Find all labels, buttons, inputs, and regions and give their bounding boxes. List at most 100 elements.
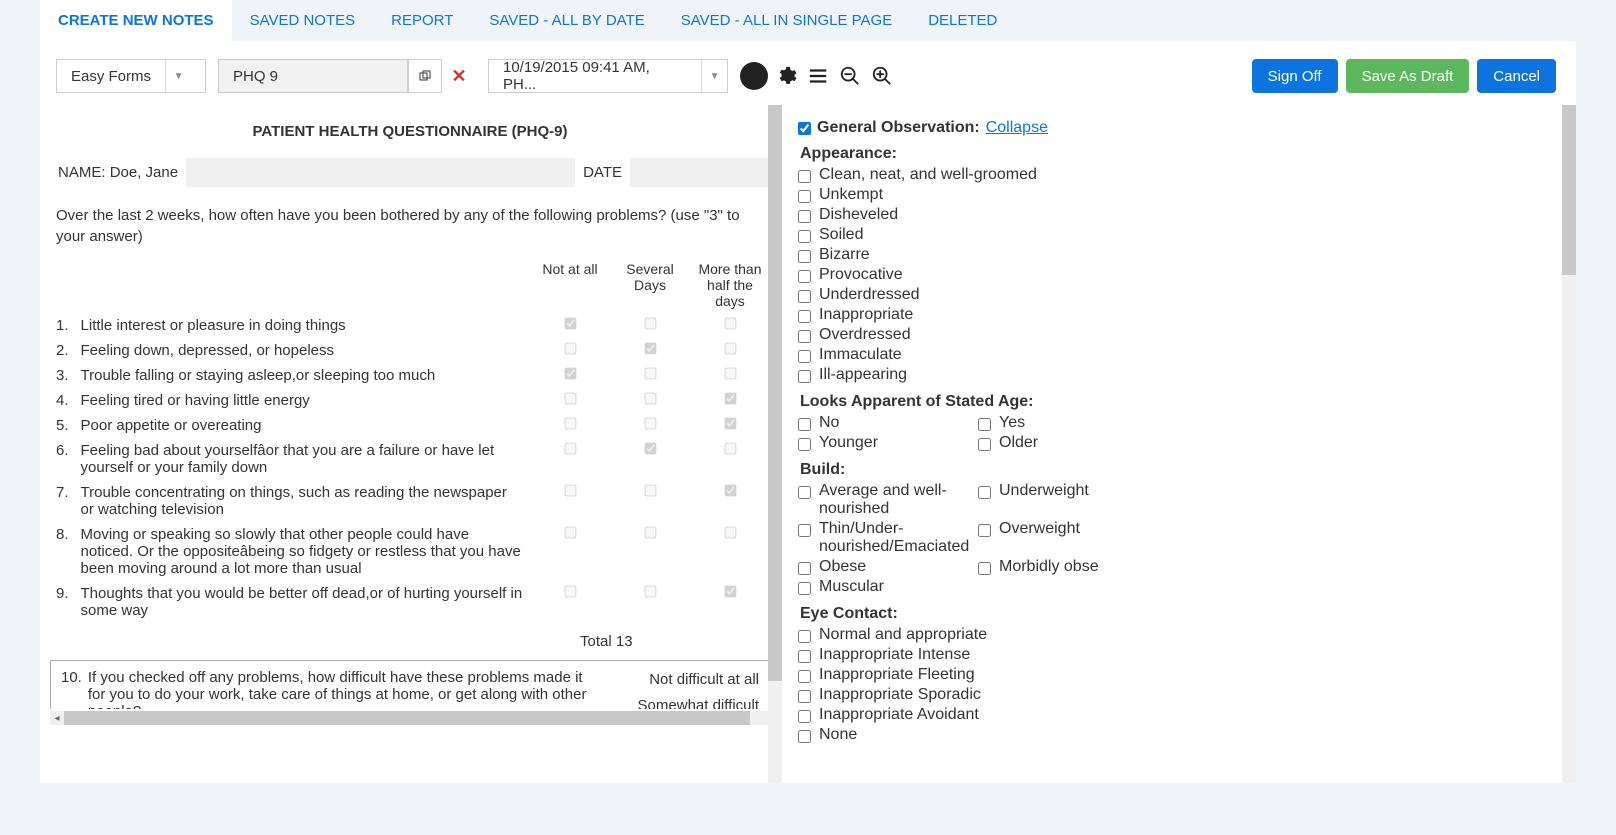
phq-checkbox[interactable] — [644, 368, 656, 380]
collapse-link[interactable]: Collapse — [986, 119, 1048, 137]
q10-text: If you checked off any problems, how dif… — [88, 669, 599, 709]
row-text: Feeling tired or having little energy — [75, 388, 530, 413]
option-checkbox[interactable] — [978, 486, 991, 499]
option-checkbox[interactable] — [798, 630, 811, 643]
phq-checkbox[interactable] — [724, 586, 736, 598]
phq-checkbox[interactable] — [564, 485, 576, 497]
option-checkbox[interactable] — [978, 524, 991, 537]
tab-3[interactable]: SAVED - ALL BY DATE — [471, 0, 662, 41]
phq-checkbox[interactable] — [564, 527, 576, 539]
phq-col-header: Not at all — [530, 257, 610, 313]
zoom-out-button[interactable] — [836, 62, 864, 90]
tab-5[interactable]: DELETED — [910, 0, 1015, 41]
q10-option[interactable]: Somewhat difficult — [619, 693, 759, 710]
phq-checkbox[interactable] — [564, 343, 576, 355]
phq-checkbox[interactable] — [564, 418, 576, 430]
tab-0[interactable]: CREATE NEW NOTES — [40, 0, 232, 41]
option-checkbox[interactable] — [798, 486, 811, 499]
option-checkbox[interactable] — [978, 418, 991, 431]
phq-checkbox[interactable] — [724, 393, 736, 405]
phq-row: 6.Feeling bad about yourselfâor that you… — [50, 438, 770, 480]
phq-checkbox[interactable] — [564, 368, 576, 380]
option-checkbox[interactable] — [798, 730, 811, 743]
row-text: Moving or speaking so slowly that other … — [75, 522, 530, 581]
tab-2[interactable]: REPORT — [373, 0, 471, 41]
menu-button[interactable] — [804, 62, 832, 90]
option-checkbox[interactable] — [798, 582, 811, 595]
list-item: Normal and appropriate — [798, 625, 1566, 645]
phq-checkbox[interactable] — [644, 318, 656, 330]
option-checkbox[interactable] — [798, 370, 811, 383]
option-checkbox[interactable] — [978, 438, 991, 451]
phq-checkbox[interactable] — [564, 393, 576, 405]
sign-off-button[interactable]: Sign Off — [1252, 59, 1338, 93]
phq-select[interactable]: PHQ 9 — [218, 59, 408, 93]
vertical-scrollbar-left[interactable] — [768, 105, 782, 783]
option-checkbox[interactable] — [798, 710, 811, 723]
list-item: Inappropriate Fleeting — [798, 665, 1566, 685]
scrollbar-thumb[interactable] — [64, 711, 750, 725]
phq-title: PATIENT HEALTH QUESTIONNAIRE (PHQ-9) — [50, 109, 770, 158]
phq-checkbox[interactable] — [644, 343, 656, 355]
row-num: 2. — [50, 338, 75, 363]
tab-4[interactable]: SAVED - ALL IN SINGLE PAGE — [663, 0, 910, 41]
phq-checkbox[interactable] — [564, 443, 576, 455]
option-checkbox[interactable] — [798, 310, 811, 323]
option-checkbox[interactable] — [798, 250, 811, 263]
phq-checkbox[interactable] — [724, 318, 736, 330]
row-num: 5. — [50, 413, 75, 438]
phq-checkbox[interactable] — [644, 485, 656, 497]
option-checkbox[interactable] — [798, 562, 811, 575]
vertical-scrollbar-right[interactable] — [1562, 105, 1576, 783]
option-checkbox[interactable] — [798, 418, 811, 431]
cancel-button[interactable]: Cancel — [1477, 59, 1556, 93]
phq-col-header: More thanhalf thedays — [690, 257, 770, 313]
option-checkbox[interactable] — [798, 330, 811, 343]
option-checkbox[interactable] — [798, 670, 811, 683]
settings-button[interactable] — [772, 62, 800, 90]
phq-checkbox[interactable] — [724, 443, 736, 455]
phq-checkbox[interactable] — [724, 485, 736, 497]
rewind-button[interactable]: ◂◂ — [740, 62, 768, 90]
phq-checkbox[interactable] — [724, 527, 736, 539]
phq-row: 1.Little interest or pleasure in doing t… — [50, 313, 770, 338]
zoom-in-button[interactable] — [868, 62, 896, 90]
phq-checkbox[interactable] — [644, 443, 656, 455]
phq-checkbox[interactable] — [644, 586, 656, 598]
phq-checkbox[interactable] — [644, 418, 656, 430]
option-label: No — [819, 414, 839, 432]
datetime-select[interactable]: 10/19/2015 09:41 AM, PH... ▼ — [488, 59, 728, 93]
row-text: Trouble falling or staying asleep,or sle… — [75, 363, 530, 388]
option-checkbox[interactable] — [798, 524, 811, 537]
option-checkbox[interactable] — [798, 650, 811, 663]
option-checkbox[interactable] — [798, 230, 811, 243]
option-checkbox[interactable] — [798, 350, 811, 363]
option-checkbox[interactable] — [978, 562, 991, 575]
option-checkbox[interactable] — [798, 210, 811, 223]
q10-option[interactable]: Not difficult at all — [619, 667, 759, 693]
section-header: General Observation:Collapse — [798, 119, 1566, 137]
scrollbar-thumb[interactable] — [1562, 105, 1576, 275]
list-item: Soiled — [798, 225, 1566, 245]
horizontal-scrollbar[interactable]: ◂ ▸ — [50, 711, 780, 725]
option-checkbox[interactable] — [798, 170, 811, 183]
scrollbar-thumb[interactable] — [768, 105, 782, 681]
option-checkbox[interactable] — [798, 270, 811, 283]
option-checkbox[interactable] — [798, 290, 811, 303]
phq-checkbox[interactable] — [564, 586, 576, 598]
save-draft-button[interactable]: Save As Draft — [1346, 59, 1470, 93]
phq-checkbox[interactable] — [724, 418, 736, 430]
option-checkbox[interactable] — [798, 438, 811, 451]
form-select[interactable]: Easy Forms ▼ — [56, 59, 206, 93]
option-checkbox[interactable] — [798, 690, 811, 703]
phq-checkbox[interactable] — [724, 343, 736, 355]
phq-checkbox[interactable] — [724, 368, 736, 380]
section-checkbox[interactable] — [798, 122, 811, 135]
phq-checkbox[interactable] — [564, 318, 576, 330]
phq-checkbox[interactable] — [644, 527, 656, 539]
phq-checkbox[interactable] — [644, 393, 656, 405]
close-button[interactable]: ✕ — [442, 59, 476, 93]
popout-button[interactable] — [408, 59, 442, 93]
option-checkbox[interactable] — [798, 190, 811, 203]
tab-1[interactable]: SAVED NOTES — [232, 0, 374, 41]
